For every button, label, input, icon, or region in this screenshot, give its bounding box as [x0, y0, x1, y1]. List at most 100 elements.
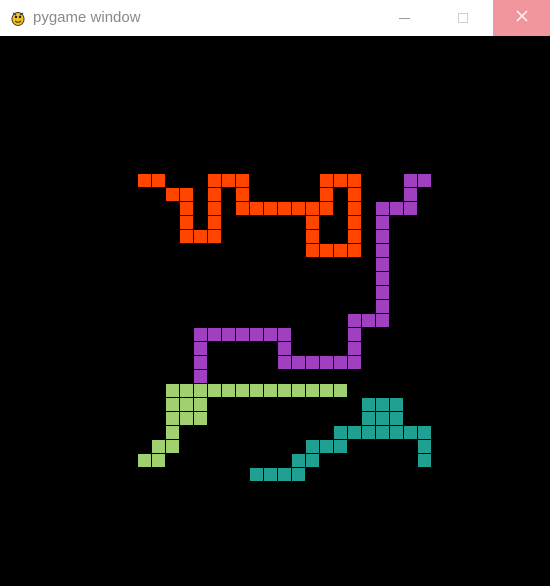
- snake-segment: [404, 202, 417, 215]
- maximize-button[interactable]: [434, 0, 491, 36]
- snake-segment: [418, 440, 431, 453]
- snake-segment: [348, 202, 361, 215]
- snake-segment: [194, 342, 207, 355]
- snake-segment: [334, 174, 347, 187]
- snake-segment: [166, 426, 179, 439]
- snake-segment: [418, 174, 431, 187]
- snake-segment: [264, 202, 277, 215]
- snake-segment: [208, 188, 221, 201]
- snake-segment: [418, 426, 431, 439]
- snake-segment: [348, 244, 361, 257]
- snake-segment: [334, 384, 347, 397]
- snake-segment: [362, 398, 375, 411]
- snake-segment: [278, 202, 291, 215]
- snake-segment: [348, 356, 361, 369]
- snake-segment: [390, 202, 403, 215]
- snake-segment: [404, 174, 417, 187]
- snake-segment: [208, 384, 221, 397]
- snake-segment: [320, 440, 333, 453]
- snake-segment: [292, 454, 305, 467]
- snake-segment: [208, 216, 221, 229]
- snake-segment: [362, 314, 375, 327]
- snake-segment: [376, 412, 389, 425]
- snake-segment: [334, 244, 347, 257]
- snake-segment: [236, 188, 249, 201]
- game-board: [138, 174, 431, 481]
- snake-segment: [208, 328, 221, 341]
- snake-segment: [236, 174, 249, 187]
- snake-segment: [376, 216, 389, 229]
- orange-snake: [138, 174, 361, 257]
- snake-segment: [376, 272, 389, 285]
- snake-segment: [348, 314, 361, 327]
- snake-segment: [250, 328, 263, 341]
- window-title: pygame window: [33, 9, 141, 26]
- snake-segment: [404, 188, 417, 201]
- snake-segment: [222, 328, 235, 341]
- snake-segment: [334, 356, 347, 369]
- snake-segment: [390, 398, 403, 411]
- snake-segment: [208, 174, 221, 187]
- snake-segment: [180, 202, 193, 215]
- minimize-button[interactable]: [376, 0, 433, 36]
- snake-segment: [334, 440, 347, 453]
- snake-segment: [180, 230, 193, 243]
- minimize-icon: [399, 17, 410, 19]
- snake-segment: [306, 230, 319, 243]
- snake-segment: [306, 454, 319, 467]
- snake-segment: [250, 202, 263, 215]
- game-canvas[interactable]: [0, 36, 550, 586]
- snake-segment: [306, 356, 319, 369]
- snake-segment: [348, 216, 361, 229]
- snake-segment: [376, 426, 389, 439]
- snake-segment: [180, 412, 193, 425]
- snake-segment: [348, 426, 361, 439]
- snake-segment: [320, 188, 333, 201]
- snake-segment: [320, 174, 333, 187]
- snake-segment: [166, 440, 179, 453]
- snake-segment: [306, 202, 319, 215]
- snake-segment: [166, 412, 179, 425]
- snake-segment: [320, 384, 333, 397]
- snake-segment: [376, 398, 389, 411]
- snake-segment: [194, 356, 207, 369]
- snake-segment: [236, 384, 249, 397]
- snake-segment: [306, 440, 319, 453]
- snake-segment: [180, 384, 193, 397]
- snake-segment: [278, 468, 291, 481]
- snake-segment: [222, 384, 235, 397]
- snake-segment: [292, 202, 305, 215]
- snake-segment: [194, 398, 207, 411]
- snake-segment: [194, 370, 207, 383]
- snake-segment: [348, 342, 361, 355]
- snake-segment: [264, 468, 277, 481]
- snake-segment: [362, 412, 375, 425]
- snake-segment: [208, 230, 221, 243]
- snake-segment: [292, 356, 305, 369]
- snake-segment: [194, 328, 207, 341]
- snake-segment: [348, 230, 361, 243]
- snake-segment: [404, 426, 417, 439]
- snake-segment: [138, 454, 151, 467]
- snake-segment: [180, 216, 193, 229]
- snake-segment: [166, 398, 179, 411]
- snake-segment: [418, 454, 431, 467]
- snake-segment: [292, 468, 305, 481]
- snake-segment: [166, 188, 179, 201]
- close-button[interactable]: [493, 0, 550, 36]
- snake-segment: [390, 412, 403, 425]
- snake-segment: [376, 258, 389, 271]
- snake-segment: [264, 328, 277, 341]
- snake-segment: [152, 440, 165, 453]
- pygame-snake-icon: [9, 9, 27, 27]
- snake-segment: [278, 356, 291, 369]
- snake-segment: [250, 468, 263, 481]
- snake-segment: [362, 426, 375, 439]
- snake-segment: [152, 454, 165, 467]
- snake-segment: [306, 216, 319, 229]
- snake-segment: [194, 230, 207, 243]
- snake-segment: [376, 300, 389, 313]
- snake-segment: [166, 384, 179, 397]
- close-icon: [516, 9, 528, 27]
- title-bar[interactable]: pygame window: [0, 0, 550, 36]
